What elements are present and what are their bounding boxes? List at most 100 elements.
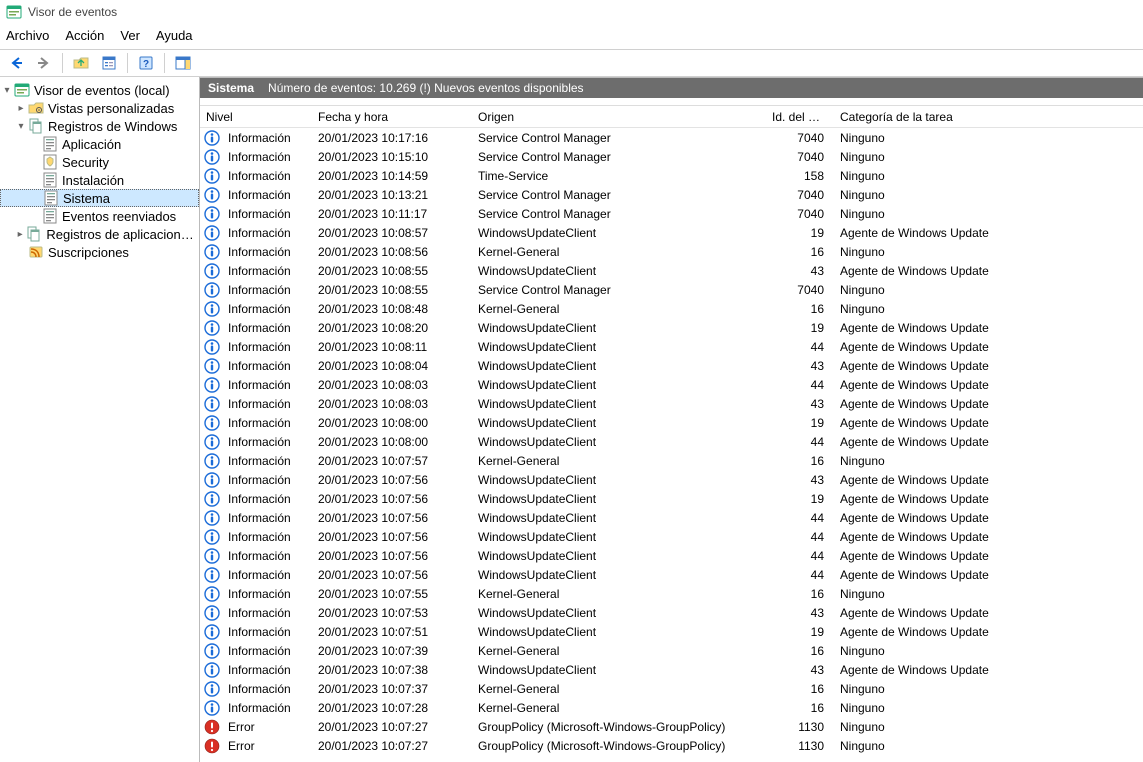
- info-icon: [204, 453, 220, 469]
- menu-action[interactable]: Acción: [65, 28, 104, 43]
- cell-event-id: 16: [766, 701, 834, 715]
- info-icon: [204, 130, 220, 146]
- event-row[interactable]: Información20/01/2023 10:07:28Kernel-Gen…: [200, 698, 1143, 717]
- show-panes-button[interactable]: [171, 52, 195, 74]
- event-row[interactable]: Información20/01/2023 10:07:56WindowsUpd…: [200, 470, 1143, 489]
- cell-event-id: 16: [766, 587, 834, 601]
- event-list-panel: Sistema Número de eventos: 10.269 (!) Nu…: [200, 77, 1143, 762]
- cell-origin: Service Control Manager: [472, 150, 766, 164]
- tree-log-application[interactable]: Aplicación: [0, 135, 199, 153]
- event-row[interactable]: Información20/01/2023 10:07:56WindowsUpd…: [200, 565, 1143, 584]
- event-row[interactable]: Error20/01/2023 10:07:27GroupPolicy (Mic…: [200, 717, 1143, 736]
- col-event-id[interactable]: Id. del ev...: [766, 110, 834, 124]
- tree-custom-views[interactable]: ▸ Vistas personalizadas: [0, 99, 199, 117]
- event-row[interactable]: Información20/01/2023 10:08:03WindowsUpd…: [200, 375, 1143, 394]
- help-button[interactable]: [134, 52, 158, 74]
- tree-log-security[interactable]: Security: [0, 153, 199, 171]
- expand-toggle-icon[interactable]: ▸: [14, 229, 26, 240]
- event-row[interactable]: Información20/01/2023 10:07:39Kernel-Gen…: [200, 641, 1143, 660]
- cell-event-id: 7040: [766, 150, 834, 164]
- tree-subscriptions[interactable]: Suscripciones: [0, 243, 199, 261]
- list-header-bar: Sistema Número de eventos: 10.269 (!) Nu…: [200, 78, 1143, 98]
- properties-button[interactable]: [97, 52, 121, 74]
- cell-level: Información: [222, 416, 312, 430]
- toolbar-separator: [164, 53, 165, 73]
- event-row[interactable]: Información20/01/2023 10:07:55Kernel-Gen…: [200, 584, 1143, 603]
- info-icon: [204, 301, 220, 317]
- event-row[interactable]: Información20/01/2023 10:15:10Service Co…: [200, 147, 1143, 166]
- event-row[interactable]: Información20/01/2023 10:07:51WindowsUpd…: [200, 622, 1143, 641]
- cell-date: 20/01/2023 10:15:10: [312, 150, 472, 164]
- cell-level: Información: [222, 511, 312, 525]
- window-title: Visor de eventos: [28, 5, 117, 19]
- event-row[interactable]: Información20/01/2023 10:08:20WindowsUpd…: [200, 318, 1143, 337]
- cell-origin: Service Control Manager: [472, 131, 766, 145]
- cell-event-id: 1130: [766, 720, 834, 734]
- nav-forward-button[interactable]: [32, 52, 56, 74]
- tree-log-forwarded[interactable]: Eventos reenviados: [0, 207, 199, 225]
- cell-origin: WindowsUpdateClient: [472, 530, 766, 544]
- cell-level: Información: [222, 701, 312, 715]
- event-row[interactable]: Información20/01/2023 10:08:03WindowsUpd…: [200, 394, 1143, 413]
- cell-origin: WindowsUpdateClient: [472, 492, 766, 506]
- cell-category: Ninguno: [834, 587, 1143, 601]
- cell-category: Agente de Windows Update: [834, 378, 1143, 392]
- app-icon: [6, 4, 22, 20]
- folder-icon: [28, 100, 44, 116]
- event-row[interactable]: Información20/01/2023 10:13:21Service Co…: [200, 185, 1143, 204]
- cell-level: Información: [222, 226, 312, 240]
- col-category[interactable]: Categoría de la tarea: [834, 110, 1143, 124]
- menu-help[interactable]: Ayuda: [156, 28, 193, 43]
- event-row[interactable]: Información20/01/2023 10:07:38WindowsUpd…: [200, 660, 1143, 679]
- event-rows[interactable]: Información20/01/2023 10:17:16Service Co…: [200, 128, 1143, 762]
- cell-level: Información: [222, 169, 312, 183]
- expand-toggle-icon[interactable]: ▾: [0, 85, 14, 96]
- event-row[interactable]: Información20/01/2023 10:08:48Kernel-Gen…: [200, 299, 1143, 318]
- navigation-tree[interactable]: ▾ Visor de eventos (local) ▸ Vistas pers…: [0, 77, 200, 762]
- event-row[interactable]: Información20/01/2023 10:08:56Kernel-Gen…: [200, 242, 1143, 261]
- event-row[interactable]: Información20/01/2023 10:07:37Kernel-Gen…: [200, 679, 1143, 698]
- event-row[interactable]: Información20/01/2023 10:08:00WindowsUpd…: [200, 432, 1143, 451]
- info-icon: [204, 662, 220, 678]
- event-row[interactable]: Información20/01/2023 10:07:56WindowsUpd…: [200, 508, 1143, 527]
- tree-label: Suscripciones: [48, 245, 129, 260]
- cell-level: Información: [222, 245, 312, 259]
- event-row[interactable]: Información20/01/2023 10:08:00WindowsUpd…: [200, 413, 1143, 432]
- tree-label: Security: [62, 155, 109, 170]
- nav-back-button[interactable]: [4, 52, 28, 74]
- event-row[interactable]: Información20/01/2023 10:07:56WindowsUpd…: [200, 527, 1143, 546]
- event-row[interactable]: Información20/01/2023 10:07:56WindowsUpd…: [200, 546, 1143, 565]
- event-row[interactable]: Información20/01/2023 10:08:55Service Co…: [200, 280, 1143, 299]
- event-row[interactable]: Información20/01/2023 10:08:57WindowsUpd…: [200, 223, 1143, 242]
- event-row[interactable]: Información20/01/2023 10:08:11WindowsUpd…: [200, 337, 1143, 356]
- event-row[interactable]: Información20/01/2023 10:14:59Time-Servi…: [200, 166, 1143, 185]
- col-date[interactable]: Fecha y hora: [312, 110, 472, 124]
- expand-toggle-icon[interactable]: ▸: [14, 103, 28, 114]
- event-row[interactable]: Información20/01/2023 10:11:17Service Co…: [200, 204, 1143, 223]
- up-level-button[interactable]: [69, 52, 93, 74]
- cell-origin: Kernel-General: [472, 701, 766, 715]
- tree-root[interactable]: ▾ Visor de eventos (local): [0, 81, 199, 99]
- col-origin[interactable]: Origen: [472, 110, 766, 124]
- cell-origin: Service Control Manager: [472, 188, 766, 202]
- col-level[interactable]: Nivel: [200, 110, 312, 124]
- cell-date: 20/01/2023 10:08:20: [312, 321, 472, 335]
- tree-log-system[interactable]: Sistema: [0, 189, 199, 207]
- tree-app-services-logs[interactable]: ▸ Registros de aplicaciones y s: [0, 225, 199, 243]
- info-icon: [204, 320, 220, 336]
- event-row[interactable]: Información20/01/2023 10:08:55WindowsUpd…: [200, 261, 1143, 280]
- event-row[interactable]: Error20/01/2023 10:07:27GroupPolicy (Mic…: [200, 736, 1143, 755]
- event-row[interactable]: Información20/01/2023 10:08:04WindowsUpd…: [200, 356, 1143, 375]
- event-row[interactable]: Información20/01/2023 10:17:16Service Co…: [200, 128, 1143, 147]
- cell-origin: GroupPolicy (Microsoft-Windows-GroupPoli…: [472, 739, 766, 753]
- event-row[interactable]: Información20/01/2023 10:07:53WindowsUpd…: [200, 603, 1143, 622]
- event-row[interactable]: Información20/01/2023 10:07:56WindowsUpd…: [200, 489, 1143, 508]
- menu-file[interactable]: Archivo: [6, 28, 49, 43]
- menu-view[interactable]: Ver: [120, 28, 140, 43]
- event-row[interactable]: Información20/01/2023 10:07:57Kernel-Gen…: [200, 451, 1143, 470]
- expand-toggle-icon[interactable]: ▾: [14, 121, 28, 132]
- cell-origin: WindowsUpdateClient: [472, 416, 766, 430]
- tree-log-setup[interactable]: Instalación: [0, 171, 199, 189]
- cell-origin: WindowsUpdateClient: [472, 321, 766, 335]
- tree-windows-logs[interactable]: ▾ Registros de Windows: [0, 117, 199, 135]
